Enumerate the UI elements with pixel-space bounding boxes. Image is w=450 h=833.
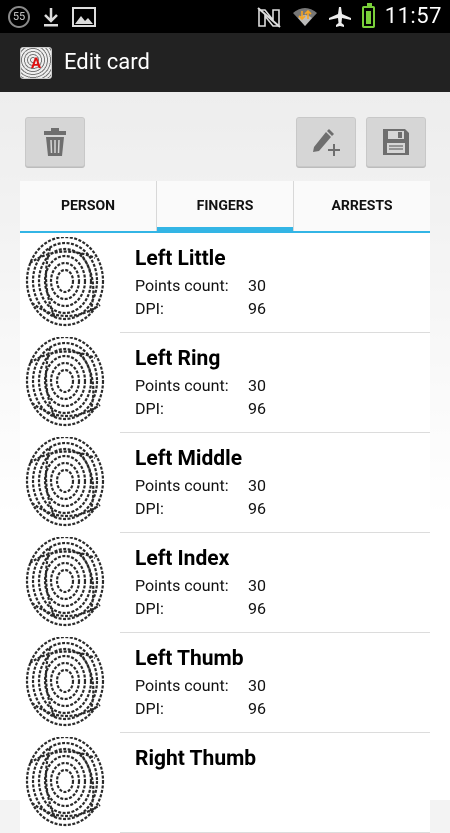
notification-count-badge: 55 <box>8 5 30 28</box>
dpi-label: DPI: <box>135 399 164 418</box>
points-count-field: Points count: 30 <box>135 376 266 399</box>
finger-info: Left Index Points count: 30 DPI: 96 <box>120 533 266 632</box>
points-count-value: 30 <box>248 576 266 595</box>
dpi-label: DPI: <box>135 299 164 318</box>
points-count-field: Points count: 30 <box>135 276 266 299</box>
list-item-left-index[interactable]: Left Index Points count: 30 DPI: 96 <box>20 533 430 633</box>
fingerprint-image <box>20 733 120 833</box>
list-item-left-middle[interactable]: Left Middle Points count: 30 DPI: 96 <box>20 433 430 533</box>
points-count-label: Points count: <box>135 276 229 295</box>
list-item-right-thumb[interactable]: Right Thumb <box>20 733 430 833</box>
fingerprint-image <box>20 233 120 333</box>
dpi-field: DPI: 96 <box>135 399 266 422</box>
dpi-field: DPI: 96 <box>135 699 266 722</box>
dpi-field: DPI: 96 <box>135 499 266 522</box>
fingerprint-image <box>20 533 120 633</box>
tab-fingers[interactable]: FINGERS <box>156 181 293 233</box>
finger-info: Left Little Points count: 30 DPI: 96 <box>120 233 266 332</box>
points-count-field: Points count: 30 <box>135 576 266 599</box>
points-count-label: Points count: <box>135 576 229 595</box>
points-count-value: 30 <box>248 276 266 295</box>
dpi-value: 96 <box>248 399 266 418</box>
points-count-value: 30 <box>248 476 266 495</box>
points-count-value: 30 <box>248 676 266 695</box>
list-item-left-little[interactable]: Left Little Points count: 30 DPI: 96 <box>20 233 430 333</box>
fingerprint-image <box>20 433 120 533</box>
finger-info: Left Thumb Points count: 30 DPI: 96 <box>120 633 266 732</box>
points-count-value: 30 <box>248 376 266 395</box>
dpi-label: DPI: <box>135 599 164 618</box>
finger-list: Left Little Points count: 30 DPI: 96 Lef… <box>20 233 430 833</box>
clock: 11:57 <box>384 4 442 29</box>
edit-add-icon <box>313 129 340 156</box>
app-icon[interactable]: A <box>20 46 52 79</box>
dpi-value: 96 <box>248 599 266 618</box>
finger-info: Left Middle Points count: 30 DPI: 96 <box>120 433 266 532</box>
fingerprint-image <box>20 633 120 733</box>
nfc-icon <box>257 6 281 28</box>
points-count-label: Points count: <box>135 476 229 495</box>
status-bar: 55 11:57 <box>0 0 450 33</box>
dpi-label: DPI: <box>135 499 164 518</box>
fingerprint-image <box>20 333 120 433</box>
save-icon <box>383 129 409 155</box>
app-icon-letter: A <box>30 53 42 72</box>
action-bar: A Edit card <box>0 33 450 92</box>
finger-name: Left Ring <box>135 347 221 371</box>
delete-button[interactable] <box>25 117 85 167</box>
edit-add-button[interactable] <box>296 117 356 167</box>
finger-info: Left Ring Points count: 30 DPI: 96 <box>120 333 266 432</box>
wifi-icon <box>292 7 317 26</box>
points-count-field: Points count: 30 <box>135 476 266 499</box>
gallery-icon <box>72 6 96 27</box>
finger-name: Right Thumb <box>135 747 257 771</box>
list-item-left-ring[interactable]: Left Ring Points count: 30 DPI: 96 <box>20 333 430 433</box>
finger-name: Left Index <box>135 547 230 571</box>
finger-name: Left Little <box>135 247 226 271</box>
download-icon <box>44 7 58 26</box>
finger-name: Left Thumb <box>135 647 244 671</box>
tab-person[interactable]: PERSON <box>20 181 156 231</box>
content-area: PERSON FINGERS ARRESTS Left Little Point… <box>0 92 450 833</box>
trash-icon <box>44 128 66 156</box>
dpi-label: DPI: <box>135 699 164 718</box>
dpi-value: 96 <box>248 699 266 718</box>
finger-info: Right Thumb <box>120 733 256 832</box>
dpi-value: 96 <box>248 299 266 318</box>
airplane-mode-icon <box>328 6 351 27</box>
battery-icon <box>361 2 375 28</box>
points-count-label: Points count: <box>135 676 229 695</box>
finger-name: Left Middle <box>135 447 243 471</box>
list-item-left-thumb[interactable]: Left Thumb Points count: 30 DPI: 96 <box>20 633 430 733</box>
tab-bar: PERSON FINGERS ARRESTS <box>20 181 430 233</box>
page-title: Edit card <box>64 50 150 75</box>
tab-arrests[interactable]: ARRESTS <box>293 181 430 231</box>
dpi-field: DPI: 96 <box>135 299 266 322</box>
save-button[interactable] <box>366 117 426 167</box>
points-count-label: Points count: <box>135 376 229 395</box>
dpi-value: 96 <box>248 499 266 518</box>
points-count-field: Points count: 30 <box>135 676 266 699</box>
dpi-field: DPI: 96 <box>135 599 266 622</box>
